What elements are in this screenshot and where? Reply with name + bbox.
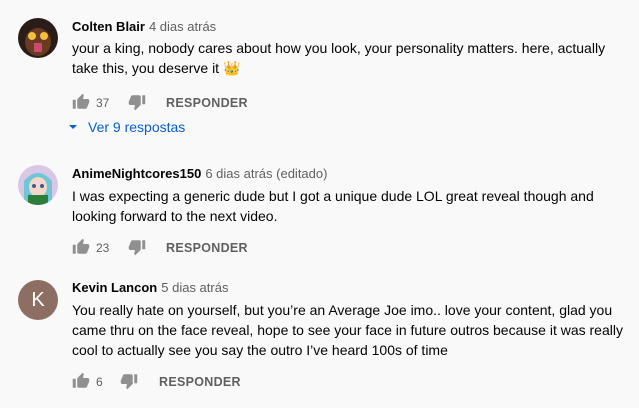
thumb-down-icon[interactable] — [120, 372, 138, 390]
comment-text: You really hate on yourself, but you’re … — [72, 302, 623, 358]
thumb-down-icon[interactable] — [128, 93, 146, 111]
thumb-up-icon[interactable] — [72, 93, 90, 111]
comment-text: your a king, nobody cares about how you … — [72, 40, 606, 76]
view-replies-button[interactable]: Ver 9 respostas — [68, 119, 185, 135]
avatar-letter: K — [31, 288, 45, 311]
caret-down-icon — [68, 122, 78, 132]
thumb-up-icon[interactable] — [72, 372, 90, 390]
avatar[interactable] — [18, 165, 58, 205]
like-count: 37 — [96, 96, 110, 110]
reply-button[interactable]: RESPONDER — [166, 96, 248, 110]
author-name[interactable]: AnimeNightcores150 — [72, 166, 201, 181]
comment-header: AnimeNightcores150 6 dias atrás (editado) — [72, 165, 327, 183]
comment-header: Colten Blair 4 dias atrás — [72, 18, 216, 36]
view-replies-label: Ver 9 respostas — [88, 119, 186, 135]
thumb-down-icon[interactable] — [128, 238, 146, 256]
author-name[interactable]: Colten Blair — [72, 19, 145, 34]
avatar[interactable] — [18, 18, 58, 58]
reply-button[interactable]: RESPONDER — [159, 375, 241, 389]
reply-button[interactable]: RESPONDER — [166, 241, 248, 255]
thumb-up-icon[interactable] — [72, 238, 90, 256]
comment-text: I was expecting a generic dude but I got… — [72, 188, 594, 224]
comment-time[interactable]: 5 dias atrás — [161, 280, 228, 295]
like-count: 23 — [96, 241, 110, 255]
avatar[interactable]: K — [18, 280, 58, 320]
comment-header: Kevin Lancon 5 dias atrás — [72, 279, 228, 297]
comment-time[interactable]: 4 dias atrás — [149, 19, 216, 34]
comment-time[interactable]: 6 dias atrás (editado) — [205, 166, 327, 181]
like-count: 6 — [96, 375, 103, 389]
author-name[interactable]: Kevin Lancon — [72, 280, 157, 295]
